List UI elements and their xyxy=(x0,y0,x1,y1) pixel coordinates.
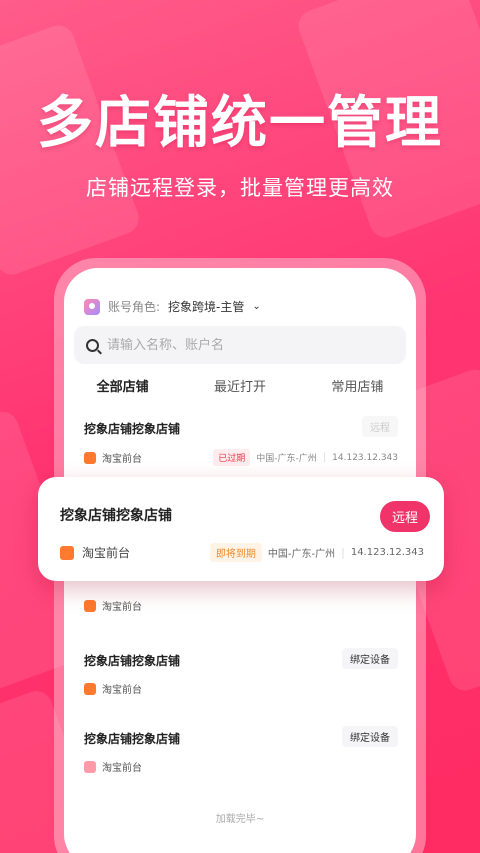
store-tabs: 全部店铺 最近打开 常用店铺 xyxy=(64,372,416,402)
user-role-icon xyxy=(84,298,100,315)
taobao-icon xyxy=(84,682,96,695)
role-value: 挖象跨境-主管 xyxy=(168,300,245,314)
search-icon xyxy=(86,338,99,352)
search-input[interactable] xyxy=(107,337,347,353)
highlighted-store-card[interactable]: 挖象店铺挖象店铺 远程 淘宝前台 即将到期 中国-广东-广州 | 14.123.… xyxy=(38,477,444,581)
status-badge: 已过期 xyxy=(213,449,251,466)
subheadline: 店铺远程登录，批量管理更高效 xyxy=(86,176,394,200)
platform-name: 淘宝前台 xyxy=(82,546,131,560)
bind-device-button[interactable]: 绑定设备 xyxy=(342,726,398,747)
store-list-item[interactable]: 挖象店铺挖象店铺 绑定设备 淘宝前台 xyxy=(84,648,398,696)
remote-button[interactable]: 远程 xyxy=(362,416,398,437)
headline: 多店铺统一管理 xyxy=(37,91,443,156)
store-name: 挖象店铺挖象店铺 xyxy=(60,508,172,524)
store-list-item[interactable]: 淘宝前台 xyxy=(84,598,398,613)
platform-name: 淘宝前台 xyxy=(102,602,142,613)
chevron-down-icon: ⌄ xyxy=(252,301,261,312)
status-badge: 即将到期 xyxy=(209,543,262,562)
bind-device-button[interactable]: 绑定设备 xyxy=(342,648,398,669)
ip-text: 14.123.12.343 xyxy=(332,452,398,463)
tab-favorites[interactable]: 常用店铺 xyxy=(325,372,389,400)
load-complete-text: 加载完毕~ xyxy=(215,814,265,825)
search-bar[interactable] xyxy=(74,326,406,364)
divider: | xyxy=(341,546,345,559)
taobao-icon xyxy=(60,545,74,560)
platform-name: 淘宝前台 xyxy=(102,454,142,465)
taobao-icon xyxy=(84,451,96,464)
region-text: 中国-广东-广州 xyxy=(267,549,336,560)
region-text: 中国-广东-广州 xyxy=(256,454,317,464)
taobao-icon xyxy=(84,760,96,773)
tab-all-stores[interactable]: 全部店铺 xyxy=(90,372,155,402)
divider: | xyxy=(322,452,327,463)
role-label: 账号角色: xyxy=(108,300,161,314)
tab-recent[interactable]: 最近打开 xyxy=(208,372,272,400)
platform-name: 淘宝前台 xyxy=(102,685,142,696)
account-role-selector[interactable]: 账号角色: 挖象跨境-主管 ⌄ xyxy=(84,298,261,315)
store-name: 挖象店铺挖象店铺 xyxy=(84,422,181,436)
ip-text: 14.123.12.343 xyxy=(350,547,424,558)
remote-button[interactable]: 远程 xyxy=(379,501,430,532)
store-list-item[interactable]: 挖象店铺挖象店铺 远程 淘宝前台 已过期 中国-广东-广州 | 14.123.1… xyxy=(84,416,398,466)
taobao-icon xyxy=(84,599,96,612)
store-list-item[interactable]: 挖象店铺挖象店铺 绑定设备 淘宝前台 xyxy=(84,726,398,774)
platform-name: 淘宝前台 xyxy=(102,763,142,774)
